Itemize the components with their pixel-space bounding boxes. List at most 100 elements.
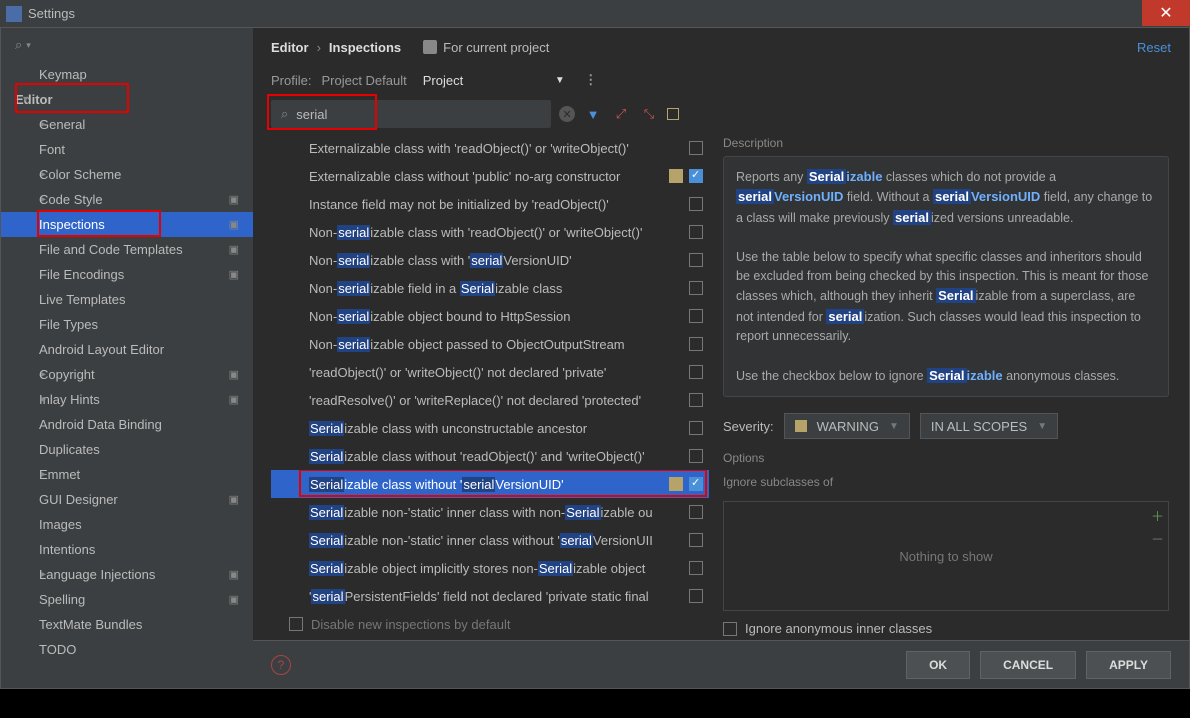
inspection-row[interactable]: Non-serializable class with 'readObject(…: [271, 218, 709, 246]
profile-label: Profile:: [271, 73, 311, 88]
description-text: Reports any Serializable classes which d…: [723, 156, 1169, 397]
settings-sidebar: ⌕ ▾ Keymap▾Editor▸GeneralFont▸Color Sche…: [1, 28, 253, 688]
disable-new-checkbox[interactable]: [289, 617, 303, 631]
profile-default: Project Default: [321, 73, 406, 88]
project-icon: ▣: [229, 218, 239, 231]
inspection-row[interactable]: Non-serializable object passed to Object…: [271, 330, 709, 358]
sidebar-item[interactable]: Android Layout Editor: [1, 337, 253, 362]
inspection-row[interactable]: Serializable class with unconstructable …: [271, 414, 709, 442]
sidebar-item[interactable]: Inspections▣: [1, 212, 253, 237]
sidebar-item[interactable]: File Types: [1, 312, 253, 337]
options-header: Options: [723, 451, 1169, 465]
cancel-button[interactable]: CANCEL: [980, 651, 1076, 679]
inspection-row[interactable]: Non-serializable field in a Serializable…: [271, 274, 709, 302]
inspection-checkbox[interactable]: [689, 169, 703, 183]
apply-button[interactable]: APPLY: [1086, 651, 1171, 679]
inspection-list[interactable]: Externalizable class with 'readObject()'…: [271, 134, 709, 608]
inspection-row[interactable]: 'serialPersistentFields' field not decla…: [271, 582, 709, 608]
inspection-checkbox[interactable]: [689, 337, 703, 351]
sidebar-item[interactable]: ▸General: [1, 112, 253, 137]
settings-tree[interactable]: Keymap▾Editor▸GeneralFont▸Color Scheme▸C…: [1, 62, 253, 688]
inspection-row[interactable]: Serializable non-'static' inner class wi…: [271, 498, 709, 526]
project-icon: ▣: [229, 193, 239, 206]
sidebar-search[interactable]: ⌕ ▾: [1, 28, 253, 62]
sidebar-item[interactable]: Android Data Binding: [1, 412, 253, 437]
inspection-checkbox[interactable]: [689, 225, 703, 239]
inspection-checkbox[interactable]: [689, 589, 703, 603]
reset-link[interactable]: Reset: [1137, 40, 1171, 55]
close-icon[interactable]: ✕: [1142, 0, 1190, 26]
sidebar-item[interactable]: ▸Emmet: [1, 462, 253, 487]
sidebar-item[interactable]: ▸Code Style▣: [1, 187, 253, 212]
inspection-row[interactable]: Instance field may not be initialized by…: [271, 190, 709, 218]
sidebar-item[interactable]: TODO: [1, 637, 253, 662]
disable-new-row[interactable]: Disable new inspections by default: [271, 608, 709, 640]
sidebar-item[interactable]: ▸Inlay Hints▣: [1, 387, 253, 412]
severity-badge: [669, 477, 683, 491]
sidebar-item[interactable]: File Encodings▣: [1, 262, 253, 287]
sidebar-item[interactable]: Duplicates: [1, 437, 253, 462]
inspection-checkbox[interactable]: [689, 421, 703, 435]
inspection-checkbox[interactable]: [689, 141, 703, 155]
inspection-row[interactable]: Serializable non-'static' inner class wi…: [271, 526, 709, 554]
inspection-checkbox[interactable]: [689, 505, 703, 519]
sidebar-item[interactable]: Intentions: [1, 537, 253, 562]
inspection-row[interactable]: Externalizable class with 'readObject()'…: [271, 134, 709, 162]
collapse-all-icon[interactable]: ⤡: [639, 104, 659, 124]
inspection-row[interactable]: Serializable object implicitly stores no…: [271, 554, 709, 582]
sidebar-item[interactable]: ▸Copyright▣: [1, 362, 253, 387]
sidebar-item[interactable]: Spelling▣: [1, 587, 253, 612]
inspection-checkbox[interactable]: [689, 449, 703, 463]
inspection-row[interactable]: Non-serializable object bound to HttpSes…: [271, 302, 709, 330]
project-icon: [423, 40, 437, 54]
gear-icon[interactable]: ⋮: [581, 70, 601, 90]
sidebar-item[interactable]: Images: [1, 512, 253, 537]
profile-row: Profile: Project Default Project ▼ ⋮: [253, 66, 1189, 94]
subclass-table[interactable]: Nothing to show ＋ －: [723, 501, 1169, 611]
sidebar-item[interactable]: GUI Designer▣: [1, 487, 253, 512]
inspection-checkbox[interactable]: [689, 365, 703, 379]
inspection-checkbox[interactable]: [689, 281, 703, 295]
ignore-anon-checkbox[interactable]: [723, 622, 737, 636]
search-icon: ⌕: [15, 37, 22, 53]
square-icon[interactable]: [667, 108, 679, 120]
inspection-row[interactable]: Serializable class without 'readObject()…: [271, 442, 709, 470]
inspection-checkbox[interactable]: [689, 197, 703, 211]
expand-all-icon[interactable]: ⤢: [611, 104, 631, 124]
profile-combo[interactable]: Project ▼: [417, 71, 571, 90]
sidebar-item[interactable]: ▸Language Injections▣: [1, 562, 253, 587]
project-icon: ▣: [229, 268, 239, 281]
inspection-row[interactable]: 'readObject()' or 'writeObject()' not de…: [271, 358, 709, 386]
search-input[interactable]: [296, 107, 541, 122]
help-icon[interactable]: ?: [271, 655, 291, 675]
severity-combo[interactable]: WARNING ▼: [784, 413, 910, 439]
chevron-down-icon: ▼: [889, 421, 899, 432]
sidebar-item[interactable]: ▾Editor: [1, 87, 253, 112]
inspection-search[interactable]: ⌕: [271, 100, 551, 128]
inspection-checkbox[interactable]: [689, 253, 703, 267]
scope-combo[interactable]: IN ALL SCOPES ▼: [920, 413, 1058, 439]
remove-icon[interactable]: －: [1151, 529, 1164, 548]
sidebar-item[interactable]: File and Code Templates▣: [1, 237, 253, 262]
inspection-row[interactable]: Non-serializable class with 'serialVersi…: [271, 246, 709, 274]
inspection-checkbox[interactable]: [689, 393, 703, 407]
search-icon: ⌕: [281, 106, 288, 122]
inspection-checkbox[interactable]: [689, 477, 703, 491]
inspection-checkbox[interactable]: [689, 561, 703, 575]
inspection-checkbox[interactable]: [689, 533, 703, 547]
ignore-anon-row[interactable]: Ignore anonymous inner classes: [723, 621, 1169, 636]
detail-panel: Description Reports any Serializable cla…: [709, 134, 1189, 640]
sidebar-item[interactable]: Font: [1, 137, 253, 162]
ok-button[interactable]: OK: [906, 651, 970, 679]
inspection-row[interactable]: 'readResolve()' or 'writeReplace()' not …: [271, 386, 709, 414]
add-icon[interactable]: ＋: [1151, 506, 1164, 525]
sidebar-item[interactable]: ▸Color Scheme: [1, 162, 253, 187]
inspection-row[interactable]: Externalizable class without 'public' no…: [271, 162, 709, 190]
sidebar-item[interactable]: TextMate Bundles: [1, 612, 253, 637]
inspection-row[interactable]: Serializable class without 'serialVersio…: [271, 470, 709, 498]
sidebar-item[interactable]: Keymap: [1, 62, 253, 87]
clear-icon[interactable]: ✕: [559, 106, 575, 122]
filter-icon[interactable]: ▼: [583, 104, 603, 124]
sidebar-item[interactable]: Live Templates: [1, 287, 253, 312]
inspection-checkbox[interactable]: [689, 309, 703, 323]
